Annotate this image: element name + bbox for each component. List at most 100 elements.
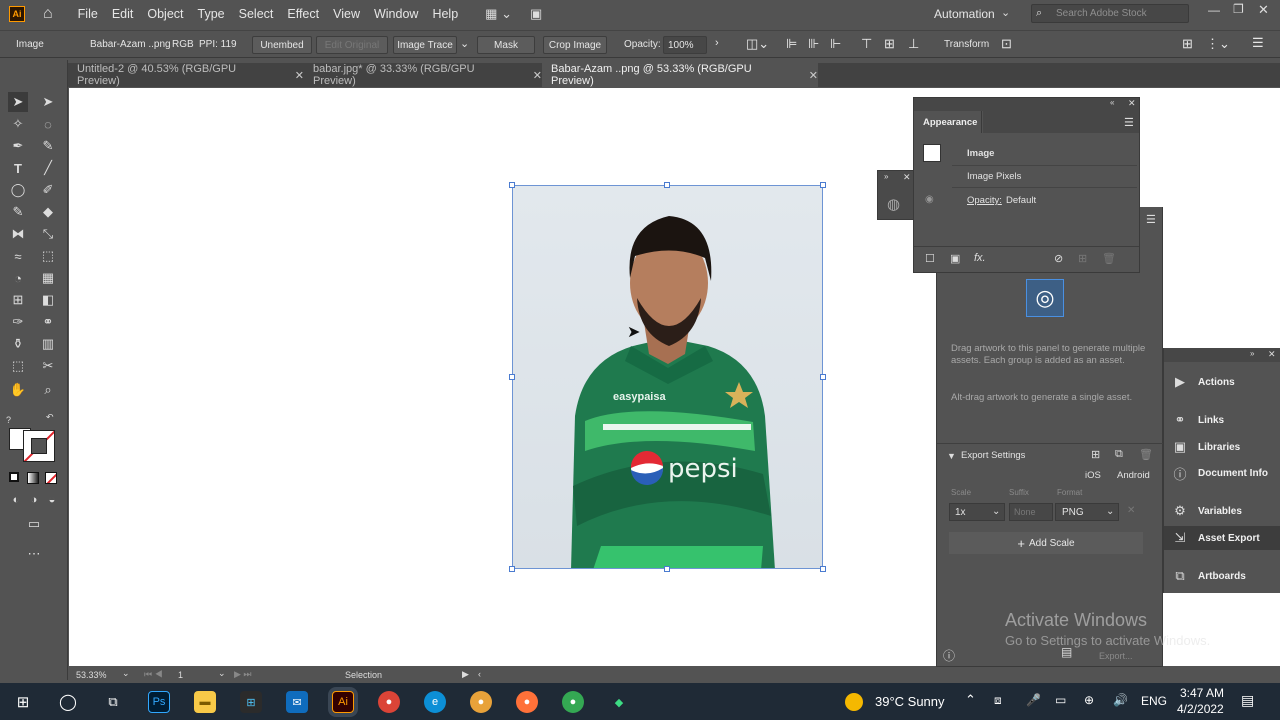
delete-item-icon[interactable]: 🗑: [1102, 252, 1116, 265]
search-stock-field[interactable]: ⌕ Search Adobe Stock: [1031, 4, 1189, 23]
add-icon[interactable]: ⊞: [1091, 448, 1100, 461]
artboard-number-field[interactable]: 1: [178, 670, 183, 680]
file-name-link[interactable]: Babar-Azam ..png: [90, 39, 171, 50]
image-trace-dropdown-icon[interactable]: ⌄: [460, 37, 469, 50]
gradient-tool-icon[interactable]: ◧: [38, 290, 58, 310]
volume-icon[interactable]: 🔊: [1113, 693, 1128, 707]
magic-wand-tool-icon[interactable]: ✧: [8, 114, 28, 134]
zoom-dropdown-icon[interactable]: ⌄: [122, 668, 130, 679]
panel-document-info[interactable]: ⓘ Document Info: [1164, 461, 1280, 485]
dock-collapse-icon[interactable]: »: [1250, 349, 1254, 358]
edit-toolbar-icon[interactable]: ⋯: [24, 544, 44, 564]
next-artboard-icon[interactable]: ▶ ⏭: [234, 669, 252, 680]
menu-type[interactable]: Type: [191, 7, 232, 21]
align-vcenter-icon[interactable]: ⊞: [884, 36, 895, 52]
gpu-performance-icon[interactable]: ▣: [530, 6, 542, 22]
ios-button[interactable]: iOS: [1085, 470, 1101, 481]
fx-icon[interactable]: fx.: [974, 252, 986, 264]
add-stroke-icon[interactable]: ☐: [925, 252, 935, 265]
export-settings-triangle-icon[interactable]: ▼: [947, 451, 956, 461]
default-colors-icon[interactable]: ?: [6, 415, 11, 425]
placed-image[interactable]: easypaisa pepsi: [512, 185, 823, 569]
resize-handle-tr[interactable]: [820, 182, 826, 188]
scroll-left-icon[interactable]: ‹: [478, 669, 481, 679]
shape-builder-tool-icon[interactable]: ◔: [8, 268, 28, 288]
draw-normal-icon[interactable]: ◐: [6, 490, 26, 510]
align-hcenter-icon[interactable]: ⊪: [808, 36, 819, 52]
column-graph-tool-icon[interactable]: ▥: [38, 334, 58, 354]
app-icon[interactable]: ◆: [608, 691, 630, 713]
tab-close-icon[interactable]: ✕: [809, 69, 818, 82]
close-button[interactable]: ✕: [1258, 2, 1269, 18]
panel-libraries[interactable]: ▣ Libraries: [1164, 435, 1280, 459]
color-mode-icon[interactable]: [9, 472, 19, 482]
resize-handle-tl[interactable]: [509, 182, 515, 188]
panel-artboards[interactable]: ⧉ Artboards: [1164, 564, 1280, 588]
align-bottom-icon[interactable]: ⊥: [908, 36, 919, 52]
paintbrush-tool-icon[interactable]: ✐: [38, 180, 58, 200]
minimize-button[interactable]: —: [1208, 3, 1220, 17]
opacity-input[interactable]: 100%: [663, 36, 707, 54]
resize-handle-ml[interactable]: [509, 374, 515, 380]
chrome-profile-icon[interactable]: ●: [470, 691, 492, 713]
clock-date[interactable]: 4/2/2022: [1177, 702, 1224, 716]
resize-handle-tc[interactable]: [664, 182, 670, 188]
scale-tool-icon[interactable]: ⤡: [38, 224, 58, 244]
clock-time[interactable]: 3:47 AM: [1180, 686, 1224, 700]
mesh-tool-icon[interactable]: ⊞: [8, 290, 28, 310]
align-left-icon[interactable]: ⊫: [786, 36, 797, 52]
chrome-icon[interactable]: ●: [378, 691, 400, 713]
delete-icon[interactable]: 🗑: [1139, 448, 1153, 461]
resize-handle-bc[interactable]: [664, 566, 670, 572]
gradient-mode-icon[interactable]: [27, 472, 39, 484]
duplicate-item-icon[interactable]: ⊞: [1078, 252, 1087, 265]
android-button[interactable]: Android: [1117, 470, 1150, 481]
selection-tool-icon[interactable]: ➤: [8, 92, 28, 112]
tab-untitled-2[interactable]: Untitled-2 @ 40.53% (RGB/GPU Preview) ✕: [68, 63, 304, 87]
zoom-level-field[interactable]: 53.33%: [76, 670, 107, 680]
weather-text[interactable]: 39°C Sunny: [875, 694, 945, 709]
search-icon[interactable]: ◯: [57, 691, 79, 713]
draw-inside-icon[interactable]: ◒: [42, 490, 62, 510]
none-mode-icon[interactable]: [45, 472, 57, 484]
menu-effect[interactable]: Effect: [280, 7, 326, 21]
tab-close-icon[interactable]: ✕: [533, 69, 542, 82]
add-scale-button[interactable]: + Add Scale: [949, 532, 1143, 554]
recolor-icon[interactable]: ◫⌄: [746, 36, 769, 52]
menu-help[interactable]: Help: [425, 7, 465, 21]
remove-scale-icon[interactable]: ✕: [1127, 505, 1135, 516]
transform-link[interactable]: Transform: [944, 39, 989, 50]
chrome-alt-icon[interactable]: ●: [562, 691, 584, 713]
tab-close-icon[interactable]: ✕: [295, 69, 304, 82]
duplicate-icon[interactable]: ⧉: [1115, 448, 1123, 461]
eyedropper-tool-icon[interactable]: ✑: [8, 312, 28, 332]
perspective-grid-tool-icon[interactable]: ▦: [38, 268, 58, 288]
lasso-tool-icon[interactable]: ◌: [38, 114, 58, 134]
direct-selection-tool-icon[interactable]: ➤: [38, 92, 58, 112]
image-trace-button[interactable]: Image Trace: [393, 36, 457, 54]
edit-original-button[interactable]: Edit Original: [316, 36, 388, 54]
scale-select[interactable]: 1x ⌄: [949, 503, 1005, 521]
align-right-icon[interactable]: ⊩: [830, 36, 841, 52]
menu-select[interactable]: Select: [232, 7, 281, 21]
tab-babar-jpg[interactable]: babar.jpg* @ 33.33% (RGB/GPU Preview) ✕: [304, 63, 542, 87]
task-view-icon[interactable]: ⧉: [102, 691, 124, 713]
resize-handle-br[interactable]: [820, 566, 826, 572]
dock-close-icon[interactable]: ✕: [1268, 349, 1276, 360]
panel-asset-export[interactable]: ⇲ Asset Export: [1164, 526, 1280, 550]
battery-icon[interactable]: ▭: [1055, 693, 1066, 707]
symbol-sprayer-tool-icon[interactable]: ⚱: [8, 334, 28, 354]
resize-handle-mr[interactable]: [820, 374, 826, 380]
zoom-tool-icon[interactable]: ⌕: [38, 380, 58, 400]
line-tool-icon[interactable]: ╱: [38, 158, 58, 178]
control-menu-icon[interactable]: ☰: [1252, 35, 1264, 51]
screen-mode-icon[interactable]: ▭: [24, 514, 44, 534]
arrange-icon[interactable]: ⊞: [1182, 36, 1193, 52]
suffix-input[interactable]: None: [1009, 503, 1053, 521]
width-tool-icon[interactable]: ≈: [8, 246, 28, 266]
illustrator-icon[interactable]: Ai: [332, 691, 354, 713]
artboard-dropdown-icon[interactable]: ⌄: [218, 668, 226, 679]
panel-variables[interactable]: ⚙ Variables: [1164, 499, 1280, 523]
shaper-tool-icon[interactable]: ✎: [8, 202, 28, 222]
panel-close-icon[interactable]: ✕: [1128, 98, 1136, 109]
